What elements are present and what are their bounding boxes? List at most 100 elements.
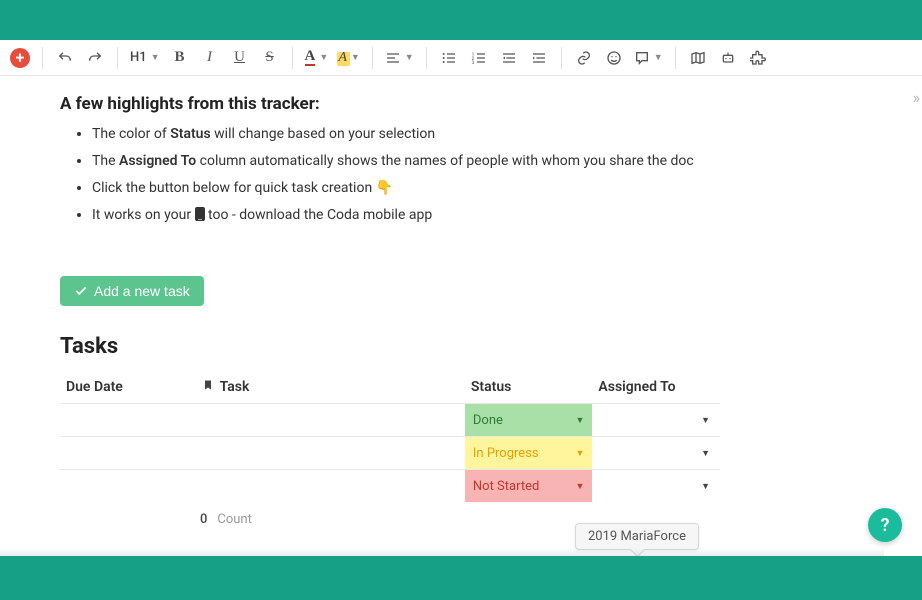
add-task-label: Add a new task xyxy=(94,283,190,299)
bullet-list-icon xyxy=(441,50,457,66)
status-label: Done xyxy=(473,413,503,428)
bookmark-icon xyxy=(202,379,214,391)
cell-status[interactable]: Not Started ▼ xyxy=(465,470,593,503)
table-row[interactable]: In Progress▼▼ xyxy=(60,437,720,470)
align-button[interactable]: ▼ xyxy=(381,44,418,72)
bold-button[interactable]: B xyxy=(166,44,194,72)
separator xyxy=(426,47,427,69)
bulleted-list-button[interactable] xyxy=(435,44,463,72)
collapse-panel-button[interactable]: » xyxy=(913,88,915,107)
list-item: Click the button below for quick task cr… xyxy=(92,178,862,199)
separator xyxy=(292,47,293,69)
add-button[interactable]: + xyxy=(6,44,34,72)
puzzle-icon xyxy=(750,50,766,66)
text: It works on your xyxy=(92,207,195,223)
shadow xyxy=(0,548,884,556)
strikethrough-button[interactable]: S xyxy=(256,44,284,72)
document-page[interactable]: A few highlights from this tracker: The … xyxy=(0,76,922,556)
chevron-down-icon: ▼ xyxy=(654,52,663,63)
outdent-button[interactable] xyxy=(495,44,523,72)
map-icon xyxy=(690,50,706,66)
cell-status[interactable]: In Progress▼ xyxy=(465,437,593,470)
cell-assigned-to[interactable]: ▼ xyxy=(592,404,720,437)
column-task[interactable]: Task xyxy=(196,369,465,404)
count-label: Count xyxy=(217,512,251,527)
heading-style-button[interactable]: H1 ▼ xyxy=(126,44,164,72)
table-row[interactable]: Not Started ▼ ▼ xyxy=(60,470,720,503)
map-button[interactable] xyxy=(684,44,712,72)
text-color-button[interactable]: A ▼ xyxy=(301,44,333,72)
text-color-icon: A xyxy=(305,49,316,66)
text-bold: Assigned To xyxy=(119,153,196,169)
cell-assigned-to[interactable]: ▼ xyxy=(592,470,720,503)
tasks-table: Due Date Task Status Assigned To Done▼▼I… xyxy=(60,369,720,502)
separator xyxy=(561,47,562,69)
list-item: The color of Status will change based on… xyxy=(92,124,862,145)
page-heading: A few highlights from this tracker: xyxy=(60,94,862,114)
italic-button[interactable]: I xyxy=(196,44,224,72)
emoji-icon xyxy=(606,50,622,66)
link-button[interactable] xyxy=(570,44,598,72)
redo-button[interactable] xyxy=(81,44,109,72)
column-label: Task xyxy=(220,379,250,395)
numbered-list-button[interactable]: 123 xyxy=(465,44,493,72)
highlight-color-button[interactable]: A ▼ xyxy=(334,44,363,72)
underline-button[interactable]: U xyxy=(226,44,254,72)
chevron-down-icon: ▼ xyxy=(319,52,328,63)
italic-icon: I xyxy=(207,49,212,66)
formatting-toolbar: + H1 ▼ B I U S A ▼ A ▼ ▼ 123 xyxy=(0,40,922,76)
comment-button[interactable]: ▼ xyxy=(630,44,667,72)
underline-icon: U xyxy=(234,49,245,66)
plus-icon: + xyxy=(10,48,30,68)
chevron-down-icon: ▼ xyxy=(405,52,414,63)
text: The xyxy=(92,153,119,169)
column-due-date[interactable]: Due Date xyxy=(60,369,196,404)
chevron-down-icon: ▼ xyxy=(576,481,585,492)
cell-due-date[interactable] xyxy=(60,437,196,470)
emoji-button[interactable] xyxy=(600,44,628,72)
heading-label: H1 xyxy=(130,50,147,65)
column-assigned-to[interactable]: Assigned To xyxy=(592,369,720,404)
packs-button[interactable] xyxy=(744,44,772,72)
outdent-icon xyxy=(501,50,517,66)
highlight-icon: A xyxy=(338,50,347,66)
text: too - download the Coda mobile app xyxy=(205,207,433,223)
link-icon xyxy=(576,50,592,66)
cell-status[interactable]: Done▼ xyxy=(465,404,593,437)
text: column automatically shows the names of … xyxy=(196,153,694,169)
pointing-down-icon: 👇 xyxy=(376,180,393,196)
text-bold: Status xyxy=(170,126,210,142)
bold-icon: B xyxy=(175,49,185,66)
cell-assigned-to[interactable]: ▼ xyxy=(592,437,720,470)
automation-button[interactable] xyxy=(714,44,742,72)
column-status[interactable]: Status xyxy=(465,369,593,404)
cell-due-date[interactable] xyxy=(60,404,196,437)
table-row[interactable]: Done▼ ▼ xyxy=(60,404,720,437)
svg-text:3: 3 xyxy=(471,60,474,66)
chevron-down-icon: ▼ xyxy=(576,448,585,459)
indent-icon xyxy=(531,50,547,66)
cell-task[interactable] xyxy=(196,470,465,503)
count-summary: 0 Count xyxy=(60,502,862,527)
list-item: The Assigned To column automatically sho… xyxy=(92,151,862,172)
bottom-brand-bar xyxy=(0,556,922,600)
status-label: Not Started xyxy=(473,479,539,494)
help-button[interactable]: ? xyxy=(868,508,902,542)
check-icon xyxy=(74,284,88,298)
align-left-icon xyxy=(385,50,401,66)
undo-button[interactable] xyxy=(51,44,79,72)
text: will change based on your selection xyxy=(211,126,435,142)
chevron-down-icon: ▼ xyxy=(701,415,710,426)
cell-task[interactable] xyxy=(196,404,465,437)
add-task-button[interactable]: Add a new task xyxy=(60,276,204,306)
separator xyxy=(42,47,43,69)
robot-icon xyxy=(720,50,736,66)
undo-icon xyxy=(57,50,73,66)
chevron-down-icon: ▼ xyxy=(151,52,160,63)
separator xyxy=(675,47,676,69)
highlights-list: The color of Status will change based on… xyxy=(60,124,862,226)
indent-button[interactable] xyxy=(525,44,553,72)
cell-task[interactable] xyxy=(196,437,465,470)
user-tag-tooltip: 2019 MariaForce xyxy=(575,523,699,550)
cell-due-date[interactable] xyxy=(60,470,196,503)
